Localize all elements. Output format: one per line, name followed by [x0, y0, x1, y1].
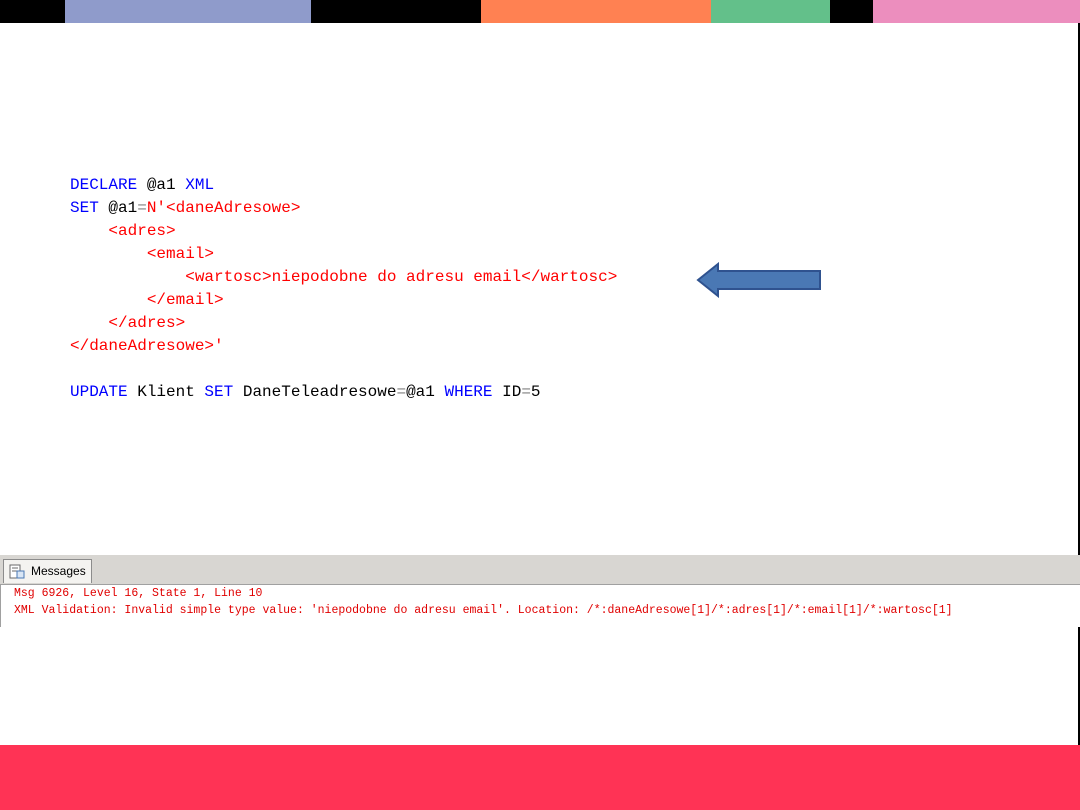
code-text: @a1 [98, 199, 138, 217]
keyword-declare: DECLARE [70, 176, 138, 194]
code-string: N'<daneAdresowe> [146, 199, 301, 217]
strip-segment-6 [830, 0, 873, 23]
keyword-update: UPDATE [70, 383, 128, 401]
code-line-3: <adres> [70, 220, 617, 243]
code-line-5: <wartosc>niepodobne do adresu email</war… [70, 266, 617, 289]
code-line-2: SET @a1=N'<daneAdresowe> [70, 197, 617, 220]
code-line-7: </adres> [70, 312, 617, 335]
code-operator: = [396, 383, 407, 401]
code-line-10: UPDATE Klient SET DaneTeleadresowe=@a1 W… [70, 381, 617, 404]
code-text: Klient [127, 383, 205, 401]
strip-segment-2 [65, 0, 311, 23]
messages-icon [9, 564, 25, 579]
message-line-2: XML Validation: Invalid simple type valu… [14, 604, 953, 617]
strip-segment-5 [711, 0, 830, 23]
keyword-where: WHERE [444, 383, 493, 401]
keyword-xml: XML [185, 176, 215, 194]
left-arrow-icon [696, 262, 821, 298]
messages-output[interactable]: Msg 6926, Level 16, State 1, Line 10 XML… [0, 585, 1080, 627]
strip-segment-4 [481, 0, 711, 23]
code-string: <email> [70, 245, 215, 263]
code-line-6: </email> [70, 289, 617, 312]
code-text: DaneTeleadresowe [233, 383, 397, 401]
sql-code-editor[interactable]: DECLARE @a1 XML SET @a1=N'<daneAdresowe> … [70, 174, 617, 404]
code-line-8: </daneAdresowe>' [70, 335, 617, 358]
code-string: </email> [70, 291, 224, 309]
messages-tab-bar: Messages [0, 555, 1080, 585]
strip-segment-1 [0, 0, 65, 23]
code-text: @a1 [137, 176, 186, 194]
messages-tab[interactable]: Messages [3, 559, 92, 583]
top-color-strip [0, 0, 1080, 23]
bottom-color-bar [0, 745, 1080, 810]
code-text: @a1 [406, 383, 445, 401]
strip-segment-7 [873, 0, 1080, 23]
code-operator: = [521, 383, 531, 401]
code-text: 5 [530, 383, 541, 401]
code-string: </adres> [70, 314, 186, 332]
code-string: <adres> [70, 222, 176, 240]
strip-segment-3 [311, 0, 481, 23]
code-string: <wartosc>niepodobne do adresu email</war… [70, 268, 618, 286]
messages-tab-label: Messages [31, 564, 86, 578]
code-text: ID [492, 383, 522, 401]
code-line-4: <email> [70, 243, 617, 266]
keyword-set: SET [70, 199, 99, 217]
message-line-1: Msg 6926, Level 16, State 1, Line 10 [14, 587, 263, 600]
keyword-set: SET [204, 383, 234, 401]
code-line-1: DECLARE @a1 XML [70, 174, 617, 197]
code-operator: = [137, 199, 147, 217]
code-string: </daneAdresowe>' [70, 337, 224, 355]
